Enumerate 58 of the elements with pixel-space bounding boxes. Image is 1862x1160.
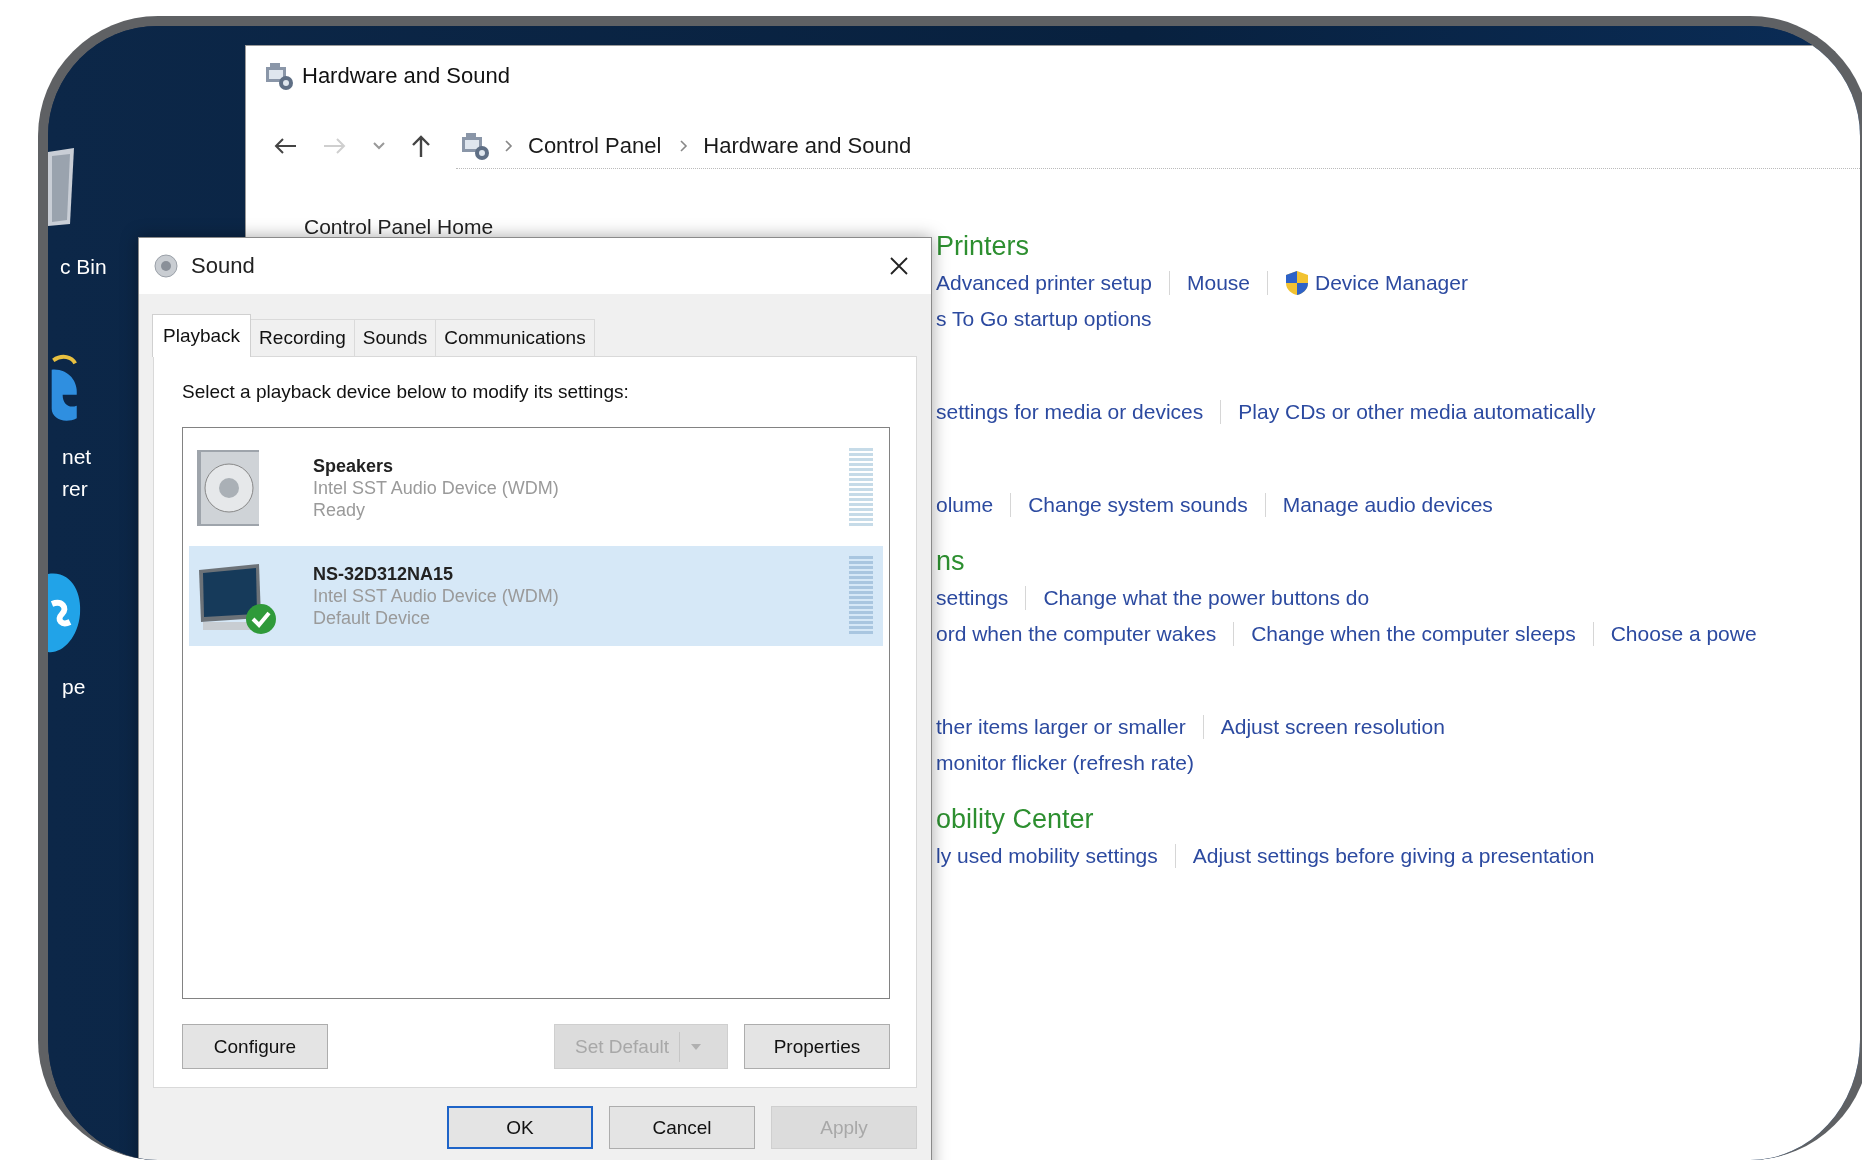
task-link[interactable]: Change what the power buttons do: [1043, 586, 1370, 610]
task-link[interactable]: Choose a powe: [1610, 622, 1757, 646]
task-link[interactable]: Change when the computer sleeps: [1251, 622, 1576, 646]
dialog-title: Sound: [191, 253, 256, 279]
control-panel-icon: [264, 61, 294, 91]
device-item[interactable]: NS-32D312NA15 Intel SST Audio Device (WDM) Default Device: [189, 546, 883, 646]
control-panel-icon: [460, 130, 490, 161]
task-link[interactable]: Change system sounds: [1028, 493, 1248, 517]
address-bar[interactable]: Control Panel Hardware and Sound: [456, 123, 1860, 169]
device-driver: Intel SST Audio Device (WDM): [313, 477, 560, 499]
task-link[interactable]: s To Go startup options: [936, 307, 1152, 331]
icon-label: rer: [61, 476, 88, 502]
icon-label: c Bin: [59, 254, 107, 280]
task-link[interactable]: settings: [936, 586, 1009, 610]
task-link[interactable]: olume: [936, 493, 994, 517]
task-link[interactable]: Manage audio devices: [1282, 493, 1493, 517]
breadcrumb-link[interactable]: Control Panel: [528, 132, 662, 159]
device-driver: Intel SST Audio Device (WDM): [313, 585, 560, 607]
device-name: Speakers: [313, 455, 395, 477]
speaker-icon: [153, 253, 179, 279]
breadcrumb-link[interactable]: Hardware and Sound: [703, 132, 912, 159]
task-link[interactable]: Advanced printer setup: [936, 271, 1152, 295]
category-heading[interactable]: ns: [936, 543, 1757, 580]
chevron-icon: [504, 138, 514, 153]
window-title: Hardware and Sound: [302, 63, 510, 89]
task-link[interactable]: settings for media or devices: [936, 400, 1204, 424]
close-icon[interactable]: [889, 256, 909, 276]
icon-label: net: [61, 444, 92, 470]
icon-label: pe: [61, 674, 86, 700]
instruction-text: Select a playback device below to modify its settings:: [182, 381, 630, 403]
sidebar-link[interactable]: Control Panel Home: [304, 214, 936, 240]
task-link[interactable]: Adjust screen resolution: [1220, 715, 1445, 739]
button[interactable]: Properties: [744, 1024, 890, 1069]
recent-dropdown-icon[interactable]: [372, 141, 386, 151]
back-arrow-icon[interactable]: [272, 136, 298, 156]
device-item[interactable]: Speakers Intel SST Audio Device (WDM) Ready: [189, 438, 883, 538]
tab[interactable]: Communications: [435, 319, 595, 356]
button[interactable]: Cancel: [609, 1106, 755, 1149]
task-link[interactable]: Adjust settings before giving a presentation: [1192, 844, 1595, 868]
button[interactable]: OK: [447, 1106, 593, 1149]
up-arrow-icon[interactable]: [410, 133, 432, 159]
task-link[interactable]: Device Manager: [1315, 271, 1468, 295]
task-link[interactable]: Play CDs or other media automatically: [1238, 400, 1596, 424]
category-heading[interactable]: obility Center: [936, 801, 1757, 838]
task-link[interactable]: ther items larger or smaller: [936, 715, 1186, 739]
level-meter-icon: [849, 448, 873, 528]
task-link[interactable]: Mouse: [1186, 271, 1250, 295]
device-status: Default Device: [313, 607, 432, 629]
button[interactable]: Configure: [182, 1024, 328, 1069]
task-link[interactable]: monitor flicker (refresh rate): [936, 751, 1194, 775]
task-link[interactable]: ly used mobility settings: [936, 844, 1158, 868]
device-name: NS-32D312NA15: [313, 563, 455, 585]
level-meter-icon: [849, 556, 873, 636]
device-status: Ready: [313, 499, 367, 521]
tab[interactable]: Playback: [152, 314, 252, 357]
task-link[interactable]: ord when the computer wakes: [936, 622, 1217, 646]
category-heading[interactable]: Printers: [936, 228, 1757, 265]
chevron-icon: [679, 138, 690, 153]
